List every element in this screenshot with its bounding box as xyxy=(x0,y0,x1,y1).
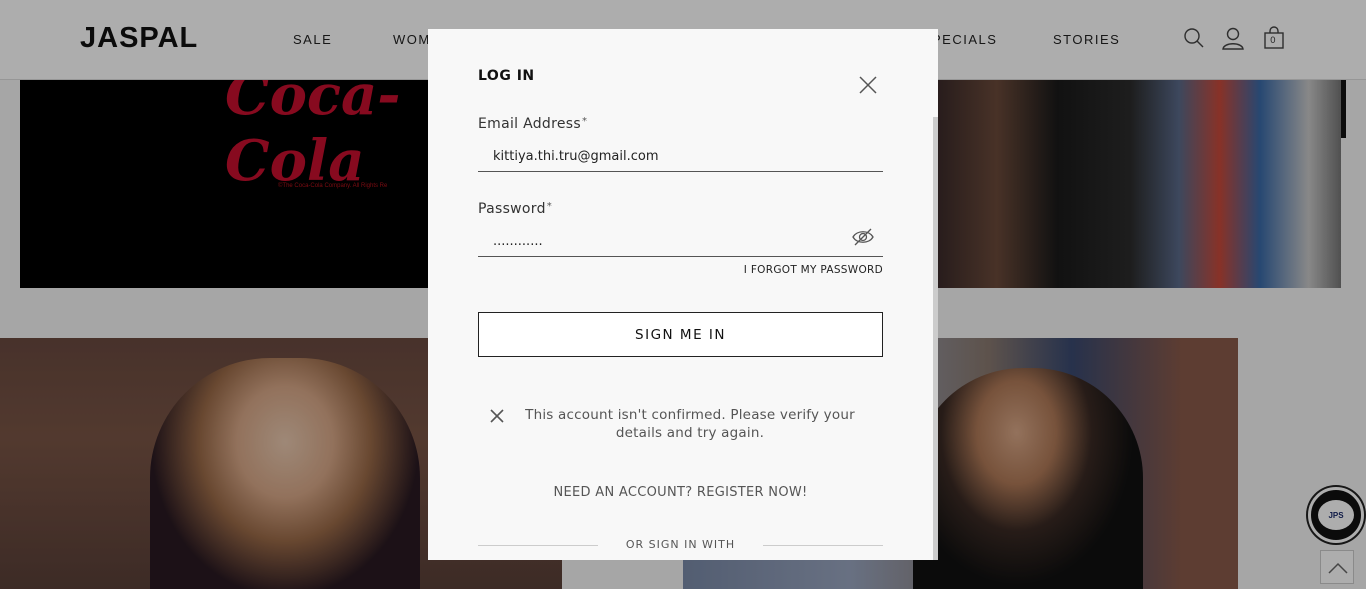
required-mark: * xyxy=(581,116,588,127)
eye-slash-icon[interactable] xyxy=(852,228,874,246)
password-label-text: Password xyxy=(478,201,546,217)
close-icon[interactable] xyxy=(857,74,879,96)
modal-title: LOG IN xyxy=(478,68,535,84)
or-sign-in-with-label: OR SIGN IN WITH xyxy=(625,538,736,551)
email-label: Email Address* xyxy=(478,116,587,132)
email-field[interactable] xyxy=(478,142,883,172)
sign-in-button[interactable]: SIGN ME IN xyxy=(478,312,883,357)
modal-scrollbar[interactable] xyxy=(933,117,938,560)
email-label-text: Email Address xyxy=(478,116,581,132)
error-message: This account isn't confirmed. Please ver… xyxy=(525,407,855,441)
login-modal: LOG IN Email Address* Password* I FORGOT… xyxy=(428,29,938,560)
required-mark: * xyxy=(546,201,553,212)
password-field[interactable] xyxy=(478,227,883,257)
forgot-password-link[interactable]: I FORGOT MY PASSWORD xyxy=(728,264,883,276)
password-label: Password* xyxy=(478,201,552,217)
error-x-icon xyxy=(490,409,504,423)
register-link[interactable]: NEED AN ACCOUNT? REGISTER NOW! xyxy=(478,485,883,500)
